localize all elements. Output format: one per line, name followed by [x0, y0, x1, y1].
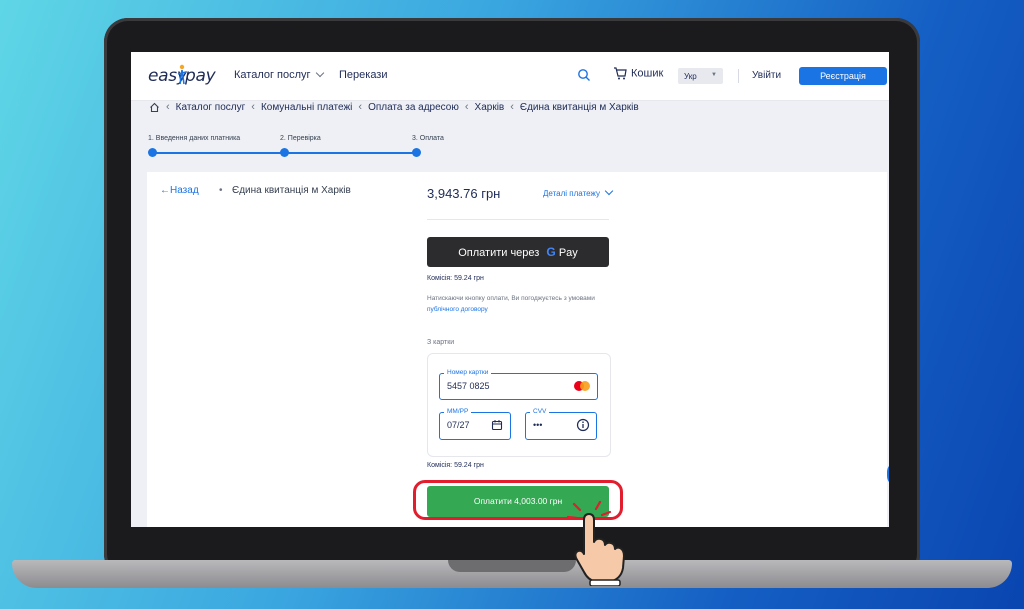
nav-catalog[interactable]: Каталог послуг: [234, 68, 324, 81]
mastercard-icon: [574, 381, 590, 391]
chevron-left-icon: ‹: [166, 101, 170, 113]
site-header: easy pay Каталог послуг Перекази Кошик У…: [131, 52, 889, 101]
language-value: Укр: [684, 72, 697, 81]
calendar-icon[interactable]: [491, 419, 503, 431]
google-g-icon: G: [546, 245, 556, 259]
browser-screen: easy pay Каталог послуг Перекази Кошик У…: [131, 52, 889, 527]
breadcrumb-item-utilities[interactable]: Комунальні платежі: [261, 102, 352, 113]
easypay-logo[interactable]: easy pay: [148, 64, 216, 88]
info-icon[interactable]: [576, 418, 590, 432]
cart-label: Кошик: [631, 67, 664, 80]
step-3-dot: [412, 148, 421, 157]
step-connector: [153, 152, 285, 154]
laptop-notch: [448, 560, 576, 572]
back-label: Назад: [170, 185, 199, 196]
chevron-left-icon: ‹: [464, 101, 469, 113]
cvv-value: •••: [533, 420, 543, 430]
home-icon[interactable]: [149, 102, 160, 113]
cart-button[interactable]: Кошик: [613, 67, 663, 80]
commission-card: Комісія: 59.24 грн: [427, 462, 484, 469]
step-1-label: 1. Введення даних платника: [148, 135, 241, 142]
commission-gpay: Комісія: 59.24 грн: [427, 275, 484, 282]
chevron-left-icon: ‹: [358, 101, 363, 113]
payment-amount: 3,943.76 грн: [427, 186, 501, 201]
register-button[interactable]: Реєстрація: [799, 67, 887, 85]
chevron-down-icon: [604, 186, 614, 196]
language-select[interactable]: Укр ▼: [678, 68, 723, 84]
card-number-label: Номер картки: [444, 369, 492, 376]
nav-transfers[interactable]: Перекази: [339, 69, 388, 81]
chevron-left-icon: ‹: [251, 101, 255, 113]
side-chat-button[interactable]: [887, 462, 889, 486]
step-1-dot: [148, 148, 157, 157]
card-number-field[interactable]: Номер картки 5457 0825: [439, 369, 598, 400]
back-link[interactable]: ←Назад: [160, 185, 199, 196]
card-form: Номер картки 5457 0825 ММ/РР 07/27 CVV •…: [427, 353, 611, 457]
expiry-field[interactable]: ММ/РР 07/27: [439, 408, 511, 440]
caret-down-icon: ▼: [711, 72, 717, 78]
breadcrumb-item-address-payment[interactable]: Оплата за адресою: [368, 102, 459, 113]
payment-details-toggle[interactable]: Деталі платежу: [543, 186, 614, 198]
step-2-label: 2. Перевірка: [280, 135, 321, 142]
payment-card: ←Назад • Єдина квитанція м Харків 3,943.…: [147, 172, 887, 527]
google-pay-button[interactable]: Оплатити через G Pay: [427, 237, 609, 267]
cvv-field[interactable]: CVV •••: [525, 408, 597, 440]
divider: [427, 219, 609, 220]
progress-steps: 1. Введення даних платника 2. Перевірка …: [131, 118, 889, 170]
logo-text-pay: pay: [185, 66, 216, 86]
pointing-hand-icon: [566, 500, 625, 586]
search-icon[interactable]: [577, 68, 591, 82]
agreement-copy: Натискаючи кнопку оплати, Ви погоджуєтес…: [427, 295, 595, 302]
payment-details-label: Деталі платежу: [543, 189, 600, 198]
breadcrumb: ‹ Каталог послуг ‹ Комунальні платежі ‹ …: [149, 99, 639, 115]
chevron-left-icon: ‹: [510, 101, 514, 113]
agreement-text: Натискаючи кнопку оплати, Ви погоджуєтес…: [427, 293, 607, 315]
breadcrumb-item-catalog[interactable]: Каталог послуг: [176, 102, 246, 113]
cvv-label: CVV: [530, 408, 550, 415]
nav-catalog-label: Каталог послуг: [234, 69, 311, 81]
google-pay-label: Оплатити через: [458, 247, 540, 259]
expiry-value: 07/27: [447, 420, 470, 430]
google-pay-pay: Pay: [558, 247, 578, 259]
bullet-separator: •: [219, 185, 223, 196]
chevron-down-icon: [315, 68, 324, 78]
step-connector: [285, 152, 417, 154]
cart-icon: [614, 67, 627, 80]
header-divider: [738, 69, 739, 83]
from-card-heading: З картки: [427, 339, 455, 346]
public-contract-link[interactable]: публічного договору: [427, 306, 488, 313]
step-2-dot: [280, 148, 289, 157]
card-number-value: 5457 0825: [447, 381, 490, 391]
service-name: Єдина квитанція м Харків: [232, 185, 351, 196]
login-link[interactable]: Увійти: [752, 70, 781, 81]
breadcrumb-item-kharkiv[interactable]: Харків: [475, 102, 505, 113]
breadcrumb-item-receipt[interactable]: Єдина квитанція м Харків: [520, 102, 639, 113]
arrow-left-icon: ←: [160, 185, 170, 196]
step-3-label: 3. Оплата: [412, 135, 444, 142]
expiry-label: ММ/РР: [444, 408, 472, 415]
